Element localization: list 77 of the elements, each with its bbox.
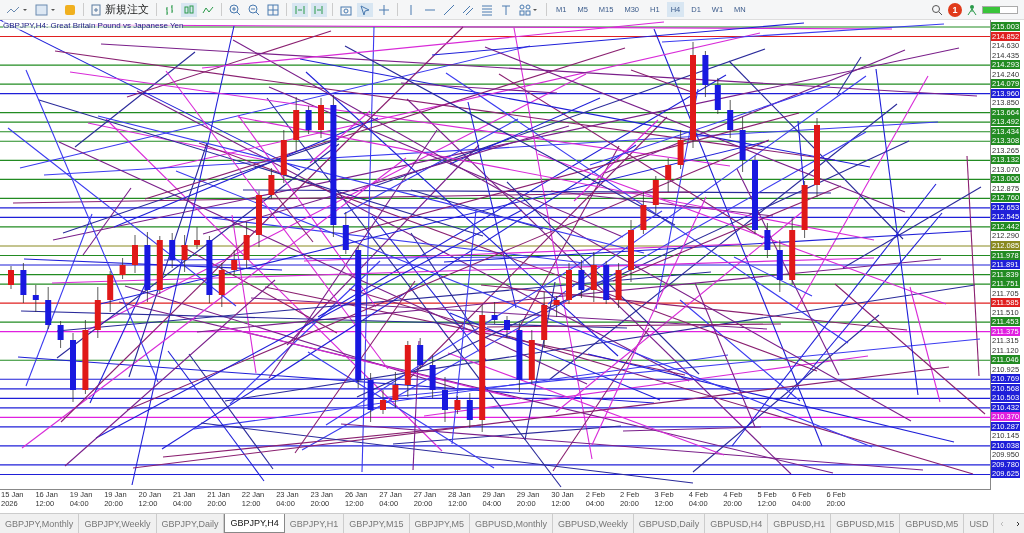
candle <box>628 219 634 283</box>
chart-tab[interactable]: GBPJPY,H4 <box>224 514 285 533</box>
candle <box>206 235 213 304</box>
candle <box>603 260 610 305</box>
candle <box>169 232 176 269</box>
candle <box>466 392 473 429</box>
candle <box>380 389 386 415</box>
candle <box>640 191 647 235</box>
candle <box>367 372 374 423</box>
candle <box>615 262 622 309</box>
candle <box>677 129 684 170</box>
grid-icon[interactable] <box>265 2 281 17</box>
candle <box>318 97 324 139</box>
candle <box>442 376 448 423</box>
candle <box>491 301 498 325</box>
shift-icon[interactable] <box>311 2 327 17</box>
trendline-icon[interactable] <box>441 2 457 17</box>
candle <box>256 190 262 248</box>
candle <box>231 249 238 275</box>
square-icon[interactable] <box>62 2 78 17</box>
candle <box>392 371 399 409</box>
candle <box>119 257 126 280</box>
candle <box>801 180 808 239</box>
candle <box>280 129 287 184</box>
candle <box>528 329 535 385</box>
candle <box>776 239 783 293</box>
candle <box>727 99 734 139</box>
notification-badge[interactable]: 1 <box>948 2 962 17</box>
candle <box>20 262 27 304</box>
candle <box>8 265 14 290</box>
candle <box>516 322 523 393</box>
candle <box>57 320 64 349</box>
crosshair-icon[interactable] <box>376 2 392 17</box>
candle <box>652 175 659 214</box>
candle <box>194 226 200 250</box>
candle <box>268 167 275 200</box>
candle <box>32 284 39 313</box>
candle <box>541 291 548 349</box>
candle <box>417 337 424 370</box>
chart-title: GBPJPY,H4: Great Britain Pound vs Japanese Yen <box>3 21 184 30</box>
candle <box>739 116 746 173</box>
candle <box>553 295 560 318</box>
candle <box>293 96 300 153</box>
candle <box>94 286 101 339</box>
zoom-out-icon[interactable] <box>246 2 262 17</box>
candle <box>665 157 672 193</box>
connection-bar-icon <box>982 5 1018 14</box>
candle <box>578 259 585 299</box>
candle <box>132 234 138 274</box>
candle <box>504 315 510 339</box>
candle <box>789 216 796 285</box>
new-order-button[interactable]: 新規注文 <box>89 2 151 17</box>
candle <box>590 251 597 303</box>
candle <box>305 105 312 135</box>
candle <box>144 231 151 303</box>
candle <box>714 77 721 115</box>
candle <box>454 395 461 415</box>
person-icon[interactable] <box>965 2 979 17</box>
candlestick-icon[interactable] <box>181 2 197 17</box>
candle <box>764 222 771 259</box>
candle <box>181 234 188 273</box>
candle <box>566 262 572 305</box>
candle <box>45 286 52 330</box>
search-icon[interactable] <box>929 2 945 17</box>
candle <box>429 354 436 399</box>
candle <box>156 235 163 295</box>
candle <box>218 262 225 308</box>
zoom-in-icon[interactable] <box>227 2 243 17</box>
candle <box>702 50 709 98</box>
candle <box>342 211 349 255</box>
candle <box>404 340 411 398</box>
cursor-icon[interactable] <box>357 2 373 17</box>
scroll-icon[interactable] <box>292 2 308 17</box>
candle <box>70 332 76 403</box>
candle <box>107 270 114 313</box>
document-icon <box>91 3 102 16</box>
candle <box>243 221 250 269</box>
